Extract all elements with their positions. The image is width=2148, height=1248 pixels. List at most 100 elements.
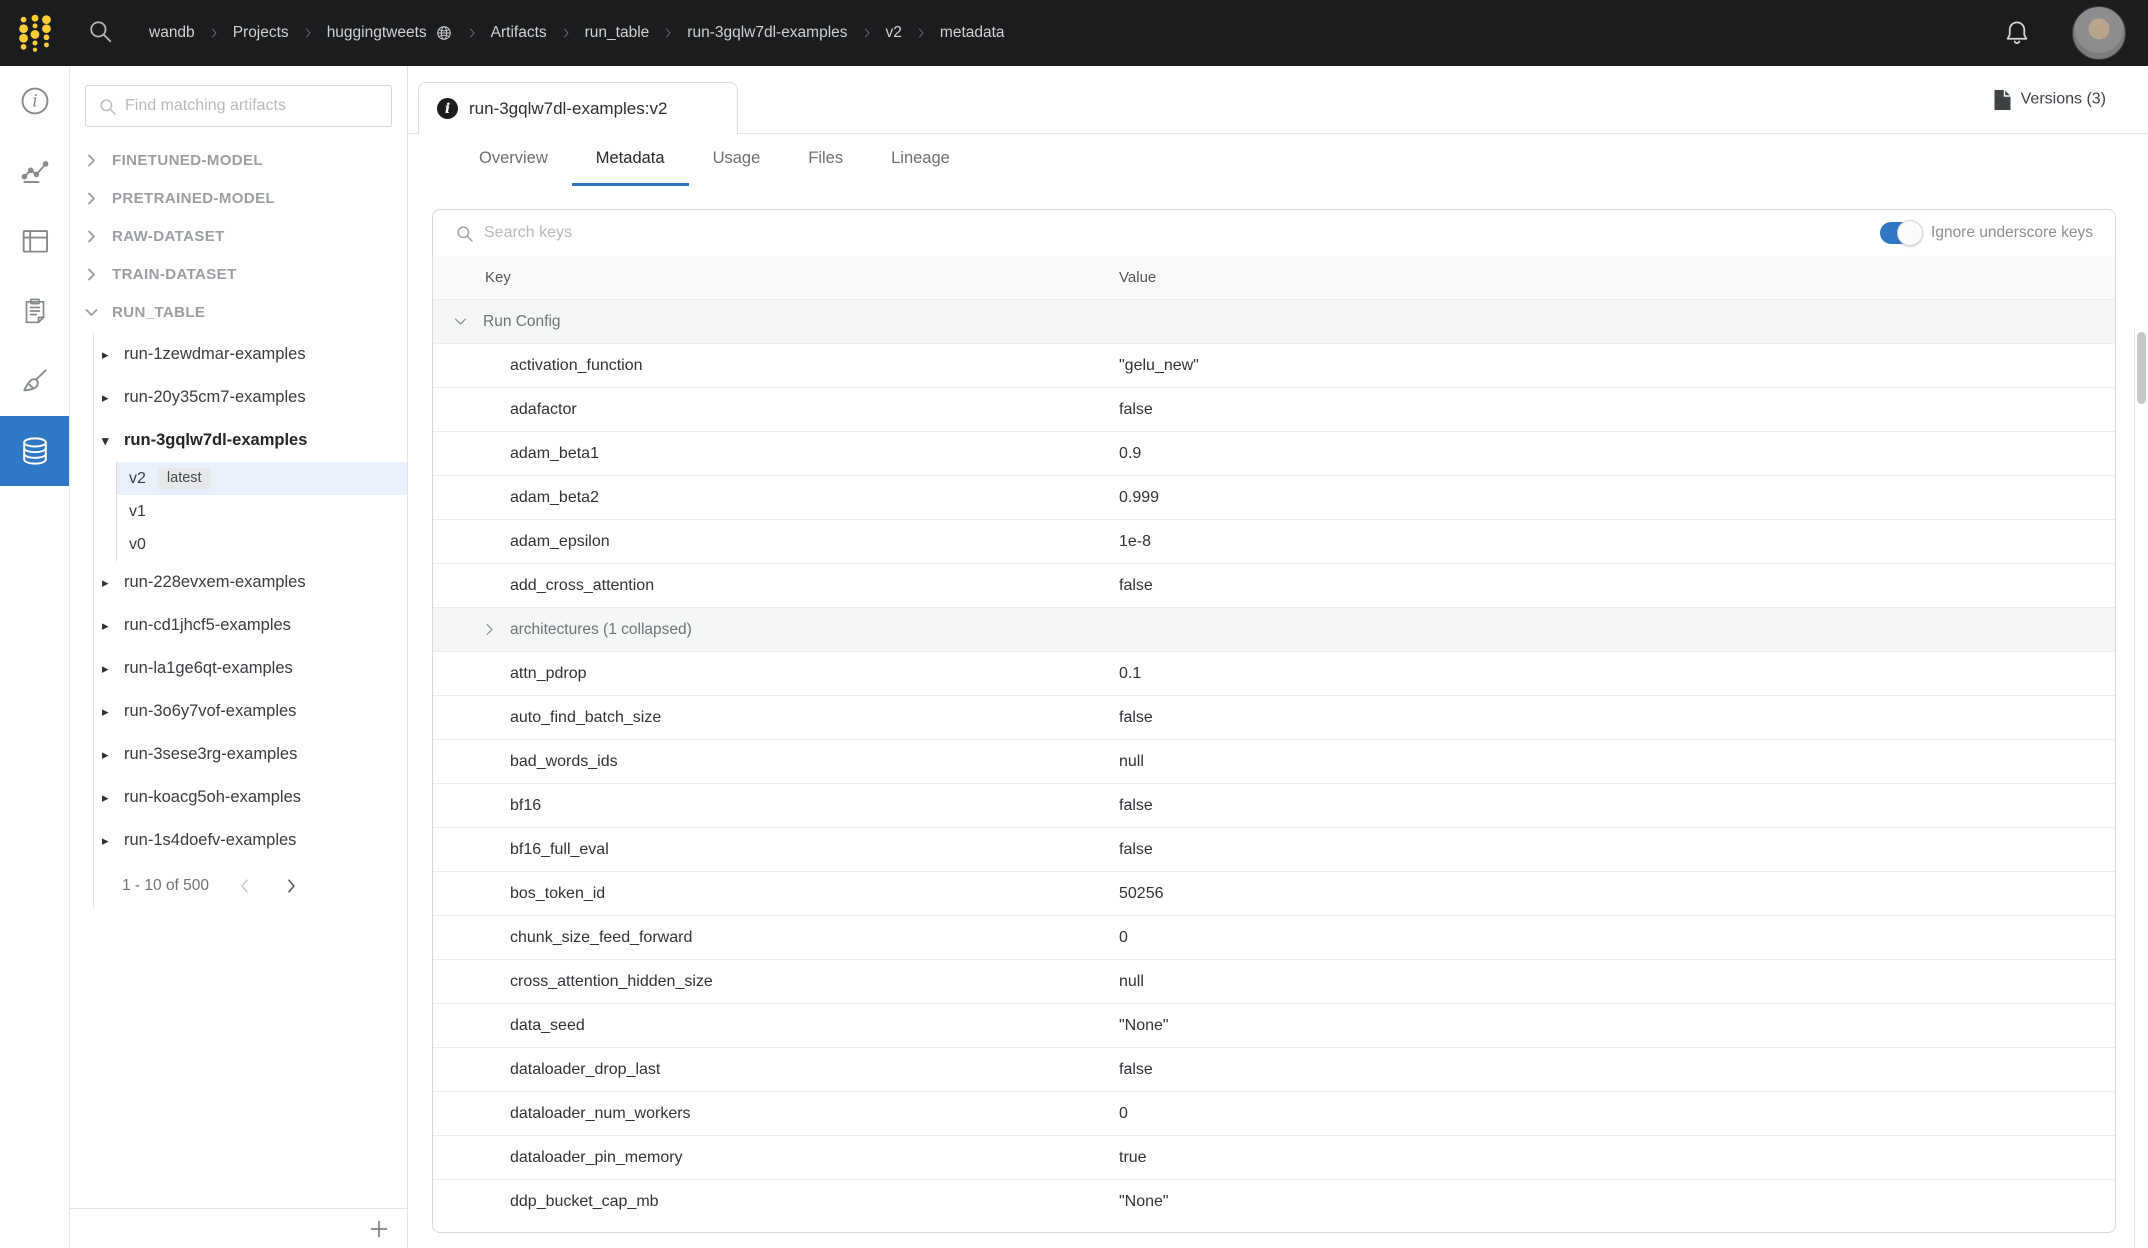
- version-label: v1: [129, 503, 146, 521]
- artifact-collection-run-3o6y7vof-examples[interactable]: ▸run-3o6y7vof-examples: [94, 690, 407, 733]
- pagination-prev-icon[interactable]: [235, 876, 255, 896]
- metadata-value: false: [1119, 577, 1153, 595]
- rail-item-info[interactable]: i: [0, 66, 69, 136]
- vertical-scrollbar[interactable]: [2134, 329, 2148, 1248]
- breadcrumb-item[interactable]: Projects: [233, 24, 289, 42]
- artifact-version-title: run-3gqlw7dl-examples:v2: [469, 99, 667, 119]
- ignore-underscore-toggle-group: Ignore underscore keys: [1880, 222, 2093, 244]
- metadata-value: "None": [1119, 1193, 1169, 1211]
- versions-button-label: Versions (3): [2021, 91, 2106, 109]
- rail-item-table[interactable]: [0, 206, 69, 276]
- artifact-search-box[interactable]: [85, 85, 392, 127]
- artifact-type-label: RAW-DATASET: [112, 228, 225, 245]
- artifact-tabs: OverviewMetadataUsageFilesLineage: [408, 134, 2148, 186]
- artifact-collection-run-koacg5oh-examples[interactable]: ▸run-koacg5oh-examples: [94, 776, 407, 819]
- triangle-right-icon: ▸: [102, 618, 124, 634]
- artifact-collection-run-1zewdmar-examples[interactable]: ▸run-1zewdmar-examples: [94, 333, 407, 376]
- artifact-search-input[interactable]: [125, 97, 379, 115]
- artifact-type-label: FINETUNED-MODEL: [112, 152, 263, 169]
- ignore-underscore-label: Ignore underscore keys: [1931, 224, 2093, 242]
- artifact-collection-label: run-20y35cm7-examples: [124, 388, 306, 407]
- breadcrumb-item[interactable]: huggingtweets: [327, 24, 453, 42]
- artifact-collection-run-3gqlw7dl-examples[interactable]: ▾run-3gqlw7dl-examples: [94, 419, 407, 462]
- metadata-row: adam_epsilon1e-8: [433, 520, 2115, 564]
- breadcrumb-item[interactable]: run_table: [585, 24, 650, 42]
- breadcrumb-separator-icon: [208, 27, 220, 39]
- breadcrumb-item[interactable]: v2: [886, 24, 902, 42]
- ignore-underscore-toggle[interactable]: [1880, 222, 1920, 244]
- rail-item-chart[interactable]: [0, 136, 69, 206]
- rail-item-database[interactable]: [0, 416, 69, 486]
- wandb-logo[interactable]: [13, 11, 57, 55]
- metadata-value: null: [1119, 973, 1144, 991]
- artifact-type-raw-dataset[interactable]: RAW-DATASET: [70, 217, 407, 255]
- triangle-right-icon: ▸: [102, 575, 124, 591]
- breadcrumb-item[interactable]: run-3gqlw7dl-examples: [687, 24, 847, 42]
- version-item-v0[interactable]: v0: [117, 528, 407, 561]
- metadata-table-header: Key Value: [433, 256, 2115, 300]
- metadata-key: dataloader_pin_memory: [433, 1149, 683, 1167]
- artifact-header: i run-3gqlw7dl-examples:v2 Versions (3): [408, 66, 2148, 134]
- metadata-key: chunk_size_feed_forward: [433, 929, 692, 947]
- tab-metadata[interactable]: Metadata: [572, 134, 689, 186]
- artifact-version-tab[interactable]: i run-3gqlw7dl-examples:v2: [418, 82, 738, 134]
- chevron-right-icon: [84, 229, 99, 244]
- search-icon[interactable]: [87, 18, 117, 48]
- rail-item-broom[interactable]: [0, 346, 69, 416]
- artifact-collection-run-20y35cm7-examples[interactable]: ▸run-20y35cm7-examples: [94, 376, 407, 419]
- artifact-type-finetuned-model[interactable]: FINETUNED-MODEL: [70, 141, 407, 179]
- metadata-group-row[interactable]: architectures (1 collapsed): [433, 608, 2115, 652]
- tab-overview[interactable]: Overview: [455, 134, 572, 186]
- versions-button[interactable]: Versions (3): [1993, 89, 2106, 110]
- scrollbar-thumb[interactable]: [2137, 332, 2146, 404]
- notifications-bell-icon[interactable]: [2002, 18, 2032, 48]
- document-icon: [1993, 89, 2012, 110]
- tab-files[interactable]: Files: [784, 134, 867, 186]
- latest-badge: latest: [158, 468, 211, 489]
- metadata-row: cross_attention_hidden_size null: [433, 960, 2115, 1004]
- breadcrumb-item[interactable]: metadata: [940, 24, 1005, 42]
- breadcrumb-item[interactable]: wandb: [149, 24, 195, 42]
- artifact-type-run_table[interactable]: RUN_TABLE: [70, 293, 407, 331]
- artifact-collection-label: run-cd1jhcf5-examples: [124, 616, 291, 635]
- metadata-key: attn_pdrop: [433, 665, 587, 683]
- metadata-search-input[interactable]: Search keys: [484, 224, 1880, 242]
- metadata-value: "gelu_new": [1119, 357, 1199, 375]
- metadata-key: data_seed: [433, 1017, 585, 1035]
- metadata-row: dataloader_num_workers0: [433, 1092, 2115, 1136]
- tab-usage[interactable]: Usage: [689, 134, 785, 186]
- metadata-value: false: [1119, 709, 1153, 727]
- avatar[interactable]: [2072, 6, 2126, 60]
- artifact-collection-run-cd1jhcf5-examples[interactable]: ▸run-cd1jhcf5-examples: [94, 604, 407, 647]
- metadata-key: cross_attention_hidden_size: [433, 973, 713, 991]
- artifact-collection-label: run-la1ge6qt-examples: [124, 659, 293, 678]
- artifact-collection-run-1s4doefv-examples[interactable]: ▸run-1s4doefv-examples: [94, 819, 407, 862]
- artifact-collection-run-la1ge6qt-examples[interactable]: ▸run-la1ge6qt-examples: [94, 647, 407, 690]
- breadcrumb-separator-icon: [302, 27, 314, 39]
- add-artifact-plus-icon[interactable]: [367, 1217, 391, 1241]
- rail-item-report[interactable]: [0, 276, 69, 346]
- version-list: v2latest v1 v0: [116, 462, 407, 561]
- metadata-key: bad_words_ids: [433, 753, 618, 771]
- app-frame: i FINETUNED-MODEL PRETRAINED-MODEL RAW-DAT…: [0, 66, 2148, 1248]
- version-item-v1[interactable]: v1: [117, 495, 407, 528]
- version-item-v2[interactable]: v2latest: [117, 462, 407, 495]
- artifact-type-pretrained-model[interactable]: PRETRAINED-MODEL: [70, 179, 407, 217]
- artifact-type-train-dataset[interactable]: TRAIN-DATASET: [70, 255, 407, 293]
- breadcrumb-item[interactable]: Artifacts: [491, 24, 547, 42]
- artifact-collection-run-228evxem-examples[interactable]: ▸run-228evxem-examples: [94, 561, 407, 604]
- top-navbar: wandb Projects huggingtweets Artifacts run_t…: [0, 0, 2148, 66]
- search-icon: [455, 224, 474, 243]
- info-icon: i: [18, 84, 52, 118]
- artifact-collection-label: run-3gqlw7dl-examples: [124, 431, 307, 450]
- metadata-group-label: architectures (1 collapsed): [433, 621, 692, 639]
- metadata-group-row[interactable]: Run Config: [433, 300, 2115, 344]
- metadata-row: adam_beta10.9: [433, 432, 2115, 476]
- tab-lineage[interactable]: Lineage: [867, 134, 974, 186]
- artifact-collection-run-3sese3rg-examples[interactable]: ▸run-3sese3rg-examples: [94, 733, 407, 776]
- pagination-next-icon[interactable]: [281, 876, 301, 896]
- metadata-key: dataloader_num_workers: [433, 1105, 691, 1123]
- breadcrumb-separator-icon: [662, 27, 674, 39]
- metadata-key: activation_function: [433, 357, 643, 375]
- artifact-tree: FINETUNED-MODEL PRETRAINED-MODEL RAW-DATAS…: [70, 141, 407, 908]
